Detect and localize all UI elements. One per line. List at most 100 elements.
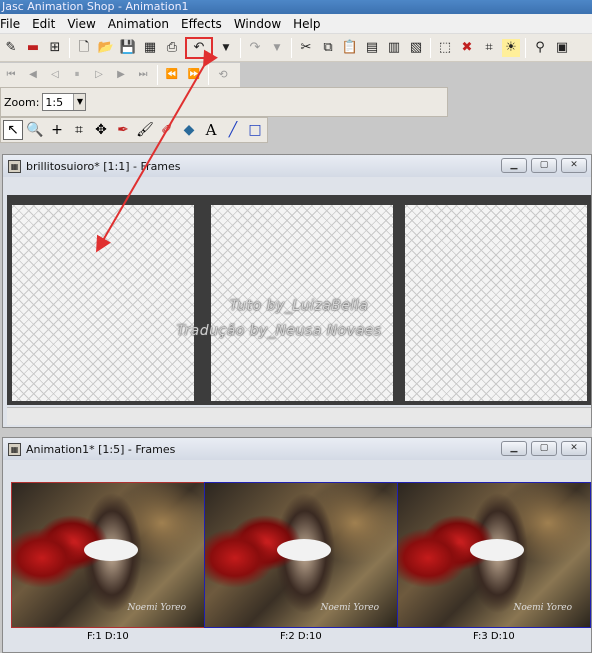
menu-effects[interactable]: Effects [175,14,228,34]
previous-frame-icon[interactable]: ◀ [24,66,42,84]
frames-window-brillitos: ▦ brillitosuioro* [1:1] - Frames ▁ ▢ ✕ T… [2,154,592,428]
standard-toolbar: ✎ ▬ ⊞ 🗋 📂 💾 ▦ ⎙ ↶ ▼ ↷ ▼ ✂ ⧉ 📋 ▤ ▥ ▧ ⬚ ✖ … [0,34,592,62]
animation-icon: ▦ [8,442,21,456]
move-tool-icon[interactable]: + [47,120,67,140]
frame-thumbnail-1[interactable]: Noemi Yoreo [11,482,205,628]
insert-frames-icon[interactable]: ⬚ [436,39,454,57]
vcr-toolbar: ⏮ ◀ ◁ ⏸ ▷ ▶ ⏭ ⏪ ⏩ ⟲ [0,63,240,87]
undo-dropdown-icon[interactable]: ▼ [217,39,235,57]
watermark-line1: Tuto by_LuizaBella [229,298,369,314]
redo-dropdown-icon[interactable]: ▼ [268,39,286,57]
loop-icon[interactable]: ⟲ [214,66,232,84]
crop-icon[interactable]: ⌗ [480,39,498,57]
separator [430,37,431,58]
horizontal-scrollbar[interactable] [7,407,591,425]
properties-icon[interactable]: ☀ [502,38,520,57]
window-title-bar[interactable]: ▦ brillitosuioro* [1:1] - Frames ▁ ▢ ✕ [3,155,591,177]
chevron-down-icon[interactable]: ▼ [73,94,86,110]
print-icon[interactable]: ⎙ [163,39,181,57]
artist-signature: Noemi Yoreo [127,603,186,613]
fur-collar [277,539,331,561]
window-title: brillitosuioro* [1:1] - Frames [26,159,181,173]
window-controls: ▁ ▢ ✕ [501,158,587,173]
close-button[interactable]: ✕ [561,441,587,456]
new-icon[interactable]: 🗋 [75,39,93,57]
optimization-wizard-icon[interactable]: ⊞ [46,39,64,57]
banner-wizard-icon[interactable]: ▬ [24,39,42,57]
redo-icon[interactable]: ↷ [246,39,264,57]
help-icon[interactable]: ⚲ [531,39,549,57]
dropper-tool-icon[interactable]: ✒ [113,120,133,140]
first-frame-icon[interactable]: ⏮ [2,66,20,84]
paste-icon[interactable]: 📋 [341,39,359,57]
window-title-bar[interactable]: ▦ Animation1* [1:5] - Frames ▁ ▢ ✕ [3,438,591,460]
menu-help[interactable]: Help [287,14,326,34]
menu-animation[interactable]: Animation [102,14,175,34]
text-tool-icon[interactable]: A [201,120,221,140]
artist-signature: Noemi Yoreo [513,603,572,613]
window-title: Animation1* [1:5] - Frames [26,442,176,456]
rectangle-tool-icon[interactable]: □ [245,120,265,140]
play-icon[interactable]: ▷ [90,66,108,84]
zoom-bar: Zoom: 1:5 ▼ [0,87,448,117]
next-frame-icon[interactable]: ▶ [112,66,130,84]
frames-window-animation1: ▦ Animation1* [1:5] - Frames ▁ ▢ ✕ Noemi… [2,437,592,653]
frame-thumbnail-3[interactable]: Noemi Yoreo [397,482,591,628]
frames-strip: Tuto by_LuizaBella Tradução by_Neusa Nov… [7,195,591,405]
artist-signature: Noemi Yoreo [320,603,379,613]
brush-tool-icon[interactable]: 🖌 [135,120,155,140]
app-title: Jasc Animation Shop - Animation1 [2,0,189,13]
pause-icon[interactable]: ⏸ [68,66,86,84]
save-icon[interactable]: 💾 [119,39,137,57]
zoom-label: Zoom: [4,95,40,109]
frame-thumbnail-2[interactable]: Noemi Yoreo [204,482,398,628]
frame-label-1: F:1 D:10 [87,631,129,642]
separator [240,37,241,58]
frame-label-2: F:2 D:10 [280,631,322,642]
menu-file[interactable]: File [0,14,26,34]
fur-collar [84,539,138,561]
copy-icon[interactable]: ⧉ [319,39,337,57]
animation-wizard-icon[interactable]: ✎ [2,39,20,57]
frame-label-3: F:3 D:10 [473,631,515,642]
paste-after-icon[interactable]: ▧ [407,39,425,57]
window-controls: ▁ ▢ ✕ [501,441,587,456]
mover-tool-icon[interactable]: ✥ [91,120,111,140]
forward-icon[interactable]: ⏩ [185,66,203,84]
close-button[interactable]: ✕ [561,158,587,173]
clone-tool-icon[interactable]: ✐ [157,120,177,140]
maximize-button[interactable]: ▢ [531,441,557,456]
crop-tool-icon[interactable]: ⌗ [69,120,89,140]
paste-frame-icon[interactable]: ▤ [363,39,381,57]
separator [157,65,158,85]
zoom-select[interactable]: 1:5 ▼ [42,93,87,111]
delete-frames-icon[interactable]: ✖ [458,39,476,57]
menu-bar: File Edit View Animation Effects Window … [0,14,592,34]
menu-window[interactable]: Window [228,14,287,34]
separator [525,37,526,58]
fur-collar [470,539,524,561]
separator [208,65,209,85]
fill-tool-icon[interactable]: ◆ [179,120,199,140]
zoom-tool-icon[interactable]: 🔍 [25,120,45,140]
paste-before-icon[interactable]: ▥ [385,39,403,57]
watermark-line2: Tradução by_Neusa Novaes [176,323,382,339]
open-icon[interactable]: 📂 [97,39,115,57]
save-all-icon[interactable]: ▦ [141,39,159,57]
minimize-button[interactable]: ▁ [501,441,527,456]
undo-button[interactable]: ↶ [185,36,213,59]
step-back-icon[interactable]: ◁ [46,66,64,84]
context-help-icon[interactable]: ▣ [553,39,571,57]
menu-view[interactable]: View [61,14,101,34]
frames-strip: Noemi Yoreo Noemi Yoreo Noemi Yoreo [11,482,591,628]
line-tool-icon[interactable]: ╱ [223,120,243,140]
minimize-button[interactable]: ▁ [501,158,527,173]
last-frame-icon[interactable]: ⏭ [134,66,152,84]
animation-icon: ▦ [8,159,21,173]
cut-icon[interactable]: ✂ [297,39,315,57]
rewind-icon[interactable]: ⏪ [163,66,181,84]
menu-edit[interactable]: Edit [26,14,61,34]
select-tool-icon[interactable]: ↖ [3,120,23,140]
zoom-value: 1:5 [45,95,64,109]
maximize-button[interactable]: ▢ [531,158,557,173]
